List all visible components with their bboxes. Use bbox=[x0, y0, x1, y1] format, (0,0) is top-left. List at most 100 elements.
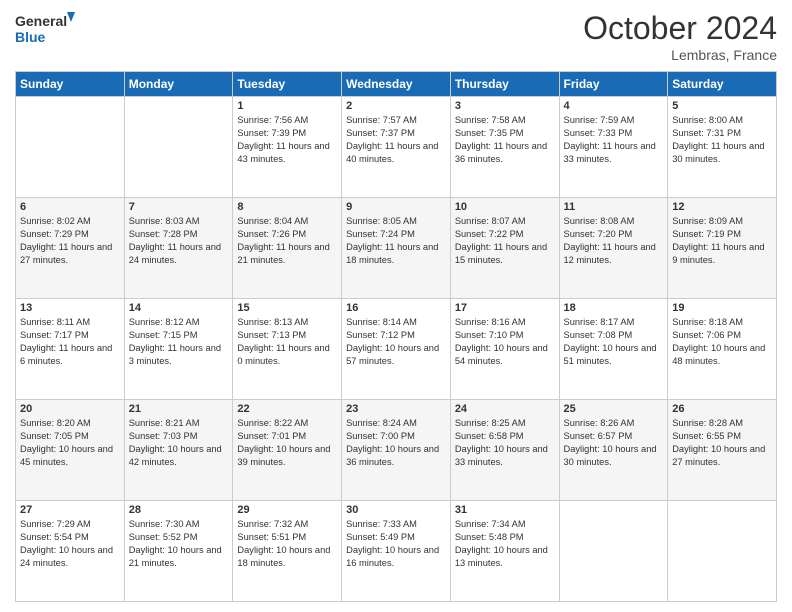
calendar-cell-w2-d4: 9 Sunrise: 8:05 AM Sunset: 7:24 PM Daylig… bbox=[342, 198, 451, 299]
day-number: 29 bbox=[237, 504, 337, 516]
calendar-cell-w3-d7: 19 Sunrise: 8:18 AM Sunset: 7:06 PM Dayli… bbox=[668, 299, 777, 400]
day-info: Sunrise: 8:08 AM Sunset: 7:20 PM Dayligh… bbox=[564, 215, 664, 267]
calendar-cell-w1-d1 bbox=[16, 97, 125, 198]
calendar-header-row: Sunday Monday Tuesday Wednesday Thursday… bbox=[16, 72, 777, 97]
day-info: Sunrise: 8:02 AM Sunset: 7:29 PM Dayligh… bbox=[20, 215, 120, 267]
logo-svg: General Blue bbox=[15, 10, 75, 48]
day-number: 19 bbox=[672, 302, 772, 314]
header-wednesday: Wednesday bbox=[342, 72, 451, 97]
day-number: 11 bbox=[564, 201, 664, 213]
day-info: Sunrise: 7:32 AM Sunset: 5:51 PM Dayligh… bbox=[237, 518, 337, 570]
day-number: 13 bbox=[20, 302, 120, 314]
calendar-cell-w4-d1: 20 Sunrise: 8:20 AM Sunset: 7:05 PM Dayli… bbox=[16, 400, 125, 501]
page-header: General Blue October 2024 Lembras, Franc… bbox=[15, 10, 777, 63]
day-number: 8 bbox=[237, 201, 337, 213]
day-number: 6 bbox=[20, 201, 120, 213]
calendar-cell-w3-d6: 18 Sunrise: 8:17 AM Sunset: 7:08 PM Dayli… bbox=[559, 299, 668, 400]
day-number: 25 bbox=[564, 403, 664, 415]
calendar-cell-w3-d1: 13 Sunrise: 8:11 AM Sunset: 7:17 PM Dayli… bbox=[16, 299, 125, 400]
calendar-cell-w5-d7 bbox=[668, 501, 777, 602]
svg-text:General: General bbox=[15, 13, 67, 29]
header-friday: Friday bbox=[559, 72, 668, 97]
day-info: Sunrise: 8:25 AM Sunset: 6:58 PM Dayligh… bbox=[455, 417, 555, 469]
calendar-cell-w1-d6: 4 Sunrise: 7:59 AM Sunset: 7:33 PM Daylig… bbox=[559, 97, 668, 198]
calendar-table: Sunday Monday Tuesday Wednesday Thursday… bbox=[15, 71, 777, 602]
calendar-cell-w2-d1: 6 Sunrise: 8:02 AM Sunset: 7:29 PM Daylig… bbox=[16, 198, 125, 299]
day-info: Sunrise: 8:20 AM Sunset: 7:05 PM Dayligh… bbox=[20, 417, 120, 469]
day-number: 12 bbox=[672, 201, 772, 213]
calendar-cell-w4-d7: 26 Sunrise: 8:28 AM Sunset: 6:55 PM Dayli… bbox=[668, 400, 777, 501]
day-number: 7 bbox=[129, 201, 229, 213]
day-info: Sunrise: 8:12 AM Sunset: 7:15 PM Dayligh… bbox=[129, 316, 229, 368]
day-info: Sunrise: 8:22 AM Sunset: 7:01 PM Dayligh… bbox=[237, 417, 337, 469]
day-info: Sunrise: 8:07 AM Sunset: 7:22 PM Dayligh… bbox=[455, 215, 555, 267]
day-info: Sunrise: 8:05 AM Sunset: 7:24 PM Dayligh… bbox=[346, 215, 446, 267]
week-row-4: 20 Sunrise: 8:20 AM Sunset: 7:05 PM Dayli… bbox=[16, 400, 777, 501]
day-info: Sunrise: 7:34 AM Sunset: 5:48 PM Dayligh… bbox=[455, 518, 555, 570]
day-number: 23 bbox=[346, 403, 446, 415]
calendar-cell-w4-d5: 24Sunrise: 8:25 AM Sunset: 6:58 PM Dayli… bbox=[450, 400, 559, 501]
day-info: Sunrise: 7:57 AM Sunset: 7:37 PM Dayligh… bbox=[346, 114, 446, 166]
day-info: Sunrise: 7:56 AM Sunset: 7:39 PM Dayligh… bbox=[237, 114, 337, 166]
week-row-1: 1 Sunrise: 7:56 AM Sunset: 7:39 PM Daylig… bbox=[16, 97, 777, 198]
day-number: 2 bbox=[346, 100, 446, 112]
header-thursday: Thursday bbox=[450, 72, 559, 97]
day-info: Sunrise: 8:00 AM Sunset: 7:31 PM Dayligh… bbox=[672, 114, 772, 166]
svg-text:Blue: Blue bbox=[15, 29, 46, 45]
day-info: Sunrise: 8:18 AM Sunset: 7:06 PM Dayligh… bbox=[672, 316, 772, 368]
title-block: October 2024 Lembras, France bbox=[583, 10, 777, 63]
calendar-cell-w4-d6: 25 Sunrise: 8:26 AM Sunset: 6:57 PM Dayli… bbox=[559, 400, 668, 501]
day-number: 21 bbox=[129, 403, 229, 415]
day-info: Sunrise: 8:09 AM Sunset: 7:19 PM Dayligh… bbox=[672, 215, 772, 267]
day-number: 26 bbox=[672, 403, 772, 415]
header-tuesday: Tuesday bbox=[233, 72, 342, 97]
day-number: 4 bbox=[564, 100, 664, 112]
day-number: 15 bbox=[237, 302, 337, 314]
day-number: 9 bbox=[346, 201, 446, 213]
day-number: 28 bbox=[129, 504, 229, 516]
calendar-cell-w3-d5: 17Sunrise: 8:16 AM Sunset: 7:10 PM Dayli… bbox=[450, 299, 559, 400]
calendar-cell-w3-d3: 15 Sunrise: 8:13 AM Sunset: 7:13 PM Dayli… bbox=[233, 299, 342, 400]
day-number: 31 bbox=[455, 504, 555, 516]
day-number: 1 bbox=[237, 100, 337, 112]
week-row-3: 13 Sunrise: 8:11 AM Sunset: 7:17 PM Dayli… bbox=[16, 299, 777, 400]
day-info: Sunrise: 8:24 AM Sunset: 7:00 PM Dayligh… bbox=[346, 417, 446, 469]
day-info: Sunrise: 7:59 AM Sunset: 7:33 PM Dayligh… bbox=[564, 114, 664, 166]
day-info: Sunrise: 8:04 AM Sunset: 7:26 PM Dayligh… bbox=[237, 215, 337, 267]
calendar-cell-w5-d5: 31 Sunrise: 7:34 AM Sunset: 5:48 PM Dayli… bbox=[450, 501, 559, 602]
day-number: 27 bbox=[20, 504, 120, 516]
day-number: 5 bbox=[672, 100, 772, 112]
day-info: Sunrise: 8:26 AM Sunset: 6:57 PM Dayligh… bbox=[564, 417, 664, 469]
header-monday: Monday bbox=[124, 72, 233, 97]
week-row-2: 6 Sunrise: 8:02 AM Sunset: 7:29 PM Daylig… bbox=[16, 198, 777, 299]
calendar-cell-w2-d7: 12 Sunrise: 8:09 AM Sunset: 7:19 PM Dayli… bbox=[668, 198, 777, 299]
day-number: 17 bbox=[455, 302, 555, 314]
day-info: Sunrise: 8:14 AM Sunset: 7:12 PM Dayligh… bbox=[346, 316, 446, 368]
day-info: Sunrise: 7:29 AM Sunset: 5:54 PM Dayligh… bbox=[20, 518, 120, 570]
calendar-cell-w1-d5: 3 Sunrise: 7:58 AM Sunset: 7:35 PM Daylig… bbox=[450, 97, 559, 198]
calendar-cell-w3-d4: 16Sunrise: 8:14 AM Sunset: 7:12 PM Dayli… bbox=[342, 299, 451, 400]
calendar-cell-w5-d4: 30Sunrise: 7:33 AM Sunset: 5:49 PM Dayli… bbox=[342, 501, 451, 602]
day-number: 22 bbox=[237, 403, 337, 415]
day-info: Sunrise: 7:58 AM Sunset: 7:35 PM Dayligh… bbox=[455, 114, 555, 166]
day-info: Sunrise: 8:11 AM Sunset: 7:17 PM Dayligh… bbox=[20, 316, 120, 368]
day-number: 18 bbox=[564, 302, 664, 314]
calendar-cell-w2-d6: 11 Sunrise: 8:08 AM Sunset: 7:20 PM Dayli… bbox=[559, 198, 668, 299]
day-info: Sunrise: 7:33 AM Sunset: 5:49 PM Dayligh… bbox=[346, 518, 446, 570]
day-info: Sunrise: 8:21 AM Sunset: 7:03 PM Dayligh… bbox=[129, 417, 229, 469]
day-info: Sunrise: 8:03 AM Sunset: 7:28 PM Dayligh… bbox=[129, 215, 229, 267]
day-number: 10 bbox=[455, 201, 555, 213]
calendar-cell-w3-d2: 14Sunrise: 8:12 AM Sunset: 7:15 PM Dayli… bbox=[124, 299, 233, 400]
calendar-cell-w1-d3: 1 Sunrise: 7:56 AM Sunset: 7:39 PM Daylig… bbox=[233, 97, 342, 198]
calendar-cell-w5-d2: 28Sunrise: 7:30 AM Sunset: 5:52 PM Dayli… bbox=[124, 501, 233, 602]
day-number: 20 bbox=[20, 403, 120, 415]
day-info: Sunrise: 8:28 AM Sunset: 6:55 PM Dayligh… bbox=[672, 417, 772, 469]
calendar-cell-w4-d2: 21 Sunrise: 8:21 AM Sunset: 7:03 PM Dayli… bbox=[124, 400, 233, 501]
day-info: Sunrise: 8:17 AM Sunset: 7:08 PM Dayligh… bbox=[564, 316, 664, 368]
calendar-cell-w5-d1: 27 Sunrise: 7:29 AM Sunset: 5:54 PM Dayli… bbox=[16, 501, 125, 602]
day-number: 3 bbox=[455, 100, 555, 112]
week-row-5: 27 Sunrise: 7:29 AM Sunset: 5:54 PM Dayli… bbox=[16, 501, 777, 602]
calendar-cell-w2-d2: 7 Sunrise: 8:03 AM Sunset: 7:28 PM Daylig… bbox=[124, 198, 233, 299]
day-info: Sunrise: 8:13 AM Sunset: 7:13 PM Dayligh… bbox=[237, 316, 337, 368]
location: Lembras, France bbox=[583, 47, 777, 63]
